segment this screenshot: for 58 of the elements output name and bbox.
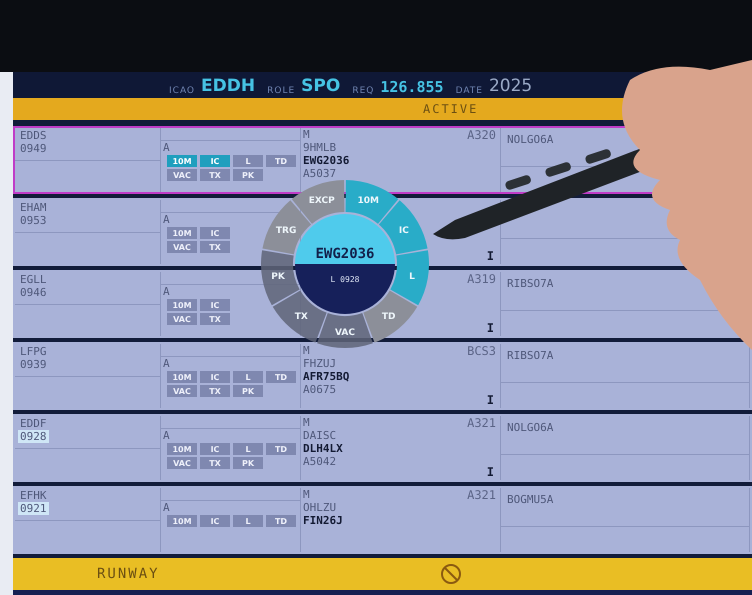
callsign: FIN26J — [302, 514, 344, 527]
route-name: RIBSO7A — [506, 349, 554, 362]
mode-letter: A — [162, 357, 171, 370]
airport-code: EDDF — [19, 417, 48, 430]
callsign: DLH4LX — [302, 442, 344, 455]
flight-detail: A5042 — [302, 455, 338, 468]
menu-callsign: EWG2036 — [316, 246, 374, 262]
flight-rule: I — [486, 465, 494, 479]
strip-time: 0928 — [18, 430, 48, 443]
mode-letter: A — [162, 501, 171, 514]
flight-detail: A5037 — [302, 167, 338, 180]
strip-time: 0939 — [19, 358, 48, 371]
route-name: NOLGO6A — [506, 421, 554, 434]
flight-detail: M — [302, 416, 311, 429]
route-name: RIBSO7A — [506, 277, 554, 290]
active-title: ACTIVE — [423, 102, 478, 116]
flight-rule: I — [486, 249, 494, 263]
strip-time: 0949 — [19, 142, 48, 155]
mode-letter: A — [162, 141, 171, 154]
header-value: EDDH — [201, 76, 256, 96]
aircraft-type: A320 — [467, 128, 496, 142]
callsign: AFR75BQ — [302, 370, 350, 383]
route-name: BOGMU5A — [506, 493, 554, 506]
flight-detail: DAISC — [302, 429, 338, 442]
strip-time: 0921 — [18, 502, 48, 515]
header-label: DATE — [456, 86, 483, 96]
flight-rule: I — [486, 321, 494, 335]
flight-detail: 9HMLB — [302, 141, 338, 154]
mode-letter: A — [162, 213, 171, 226]
flight-detail: M — [302, 128, 311, 141]
strip-time: 0946 — [19, 286, 48, 299]
header-value: SPO — [301, 76, 340, 96]
strip-time: 0953 — [19, 214, 48, 227]
runway-title: RUNWAY — [97, 566, 160, 582]
flight-rule: I — [486, 393, 494, 407]
airport-code: EGLL — [19, 273, 48, 286]
aircraft-type: A319 — [467, 272, 496, 286]
mode-letter: A — [162, 429, 171, 442]
airport-code: EHAM — [19, 201, 48, 214]
header-value: 2025 — [488, 76, 532, 96]
flight-detail: FHZUJ — [302, 357, 338, 370]
aircraft-type: A321 — [467, 416, 496, 430]
header-label: ICAO — [169, 86, 196, 96]
airport-code: EFHK — [19, 489, 48, 502]
route-name: NOLGO6A — [506, 133, 554, 146]
flight-detail: A0675 — [302, 383, 338, 396]
mode-letter: A — [162, 285, 171, 298]
header-label: ROLE — [267, 86, 296, 96]
header-label: REQ — [352, 86, 374, 96]
callsign: EWG2036 — [302, 154, 350, 167]
menu-detail: L 0928 — [330, 275, 360, 284]
flight-detail: M — [302, 488, 311, 501]
header-value: 126.855 — [380, 78, 444, 96]
airport-code: LFPG — [19, 345, 48, 358]
flight-detail: OHLZU — [302, 501, 338, 514]
airport-code: EDDS — [19, 129, 48, 142]
aircraft-type: BCS3 — [467, 344, 496, 358]
aircraft-type: A321 — [467, 488, 496, 502]
